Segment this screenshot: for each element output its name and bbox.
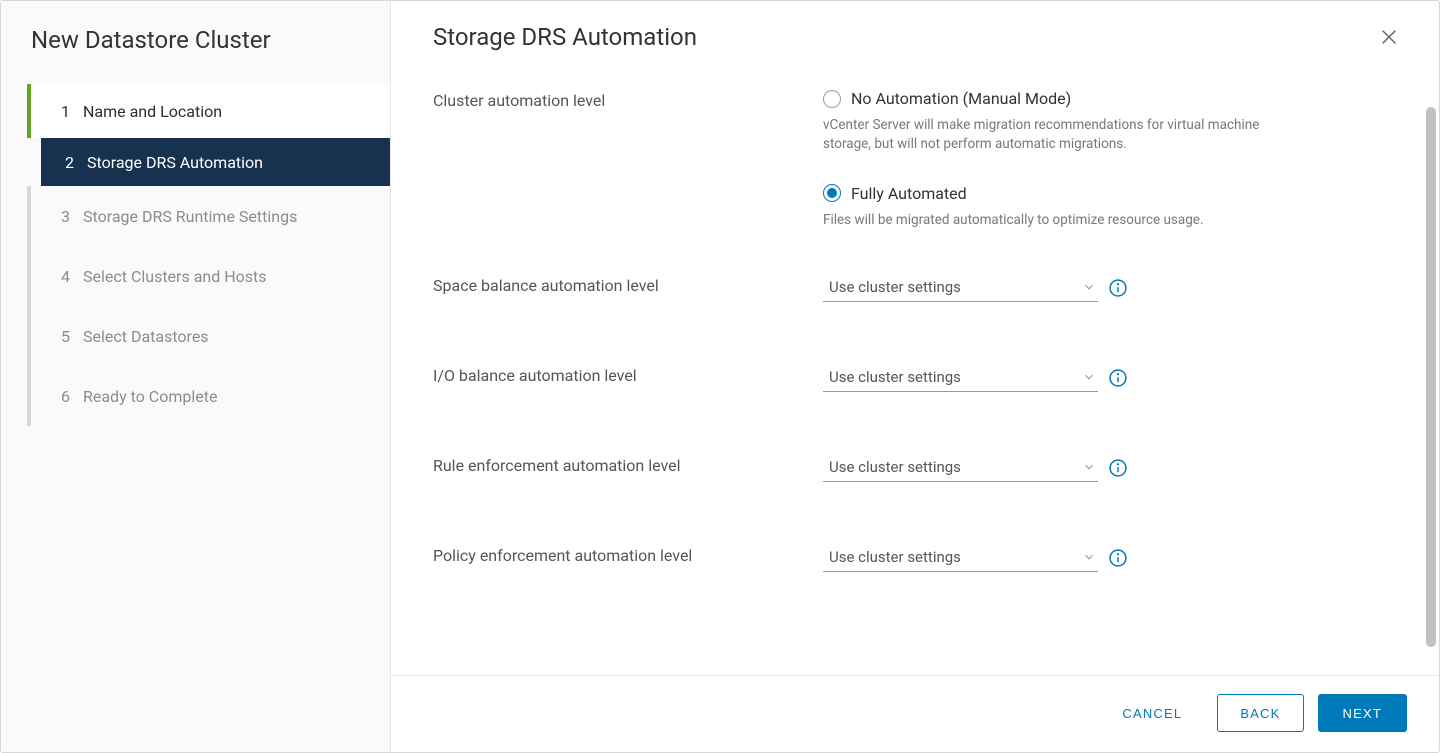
step-number: 1 [61, 102, 83, 121]
step-label: Select Clusters and Hosts [83, 267, 390, 286]
step-label: Name and Location [83, 102, 390, 121]
label-policy-enforcement: Policy enforcement automation level [433, 544, 823, 565]
info-icon[interactable] [1108, 458, 1128, 478]
dialog-body: New Datastore Cluster 1 Name and Locatio… [1, 1, 1439, 752]
step-number: 6 [61, 387, 83, 406]
label-io-balance: I/O balance automation level [433, 364, 823, 385]
info-icon[interactable] [1108, 368, 1128, 388]
cancel-button[interactable]: CANCEL [1101, 694, 1203, 732]
step-select-clusters-and-hosts: 4 Select Clusters and Hosts [27, 246, 390, 306]
form-area: Cluster automation level No Automation (… [433, 89, 1391, 572]
info-icon[interactable] [1108, 548, 1128, 568]
radio-fully-automated[interactable]: Fully Automated [823, 184, 1391, 203]
close-icon [1378, 26, 1400, 48]
radio-label: Fully Automated [851, 184, 967, 203]
next-button[interactable]: NEXT [1318, 694, 1407, 732]
cluster-automation-radio-group: No Automation (Manual Mode) vCenter Serv… [823, 89, 1391, 230]
select-wrap: Use cluster settings [823, 274, 1391, 302]
select-value: Use cluster settings [829, 458, 961, 476]
step-label: Select Datastores [83, 327, 390, 346]
chevron-down-icon [1082, 460, 1096, 474]
chevron-down-icon [1082, 370, 1096, 384]
row-cluster-automation: Cluster automation level No Automation (… [433, 89, 1391, 230]
chevron-down-icon [1082, 280, 1096, 294]
row-policy-enforcement: Policy enforcement automation level Use … [433, 544, 1391, 572]
control-space-balance: Use cluster settings [823, 274, 1391, 302]
radio-help-no-automation: vCenter Server will make migration recom… [823, 116, 1283, 154]
step-storage-drs-runtime-settings: 3 Storage DRS Runtime Settings [27, 186, 390, 246]
control-policy-enforcement: Use cluster settings [823, 544, 1391, 572]
select-value: Use cluster settings [829, 548, 961, 566]
select-wrap: Use cluster settings [823, 454, 1391, 482]
select-value: Use cluster settings [829, 278, 961, 296]
step-label: Storage DRS Automation [87, 153, 390, 172]
row-io-balance: I/O balance automation level Use cluster… [433, 364, 1391, 392]
select-wrap: Use cluster settings [823, 544, 1391, 572]
content-header: Storage DRS Automation [433, 23, 1391, 51]
select-io-balance[interactable]: Use cluster settings [823, 364, 1098, 392]
step-label: Storage DRS Runtime Settings [83, 207, 390, 226]
label-rule-enforcement: Rule enforcement automation level [433, 454, 823, 475]
back-button[interactable]: BACK [1217, 694, 1303, 732]
scrollbar-thumb[interactable] [1426, 107, 1436, 647]
select-value: Use cluster settings [829, 368, 961, 386]
info-icon[interactable] [1108, 278, 1128, 298]
control-rule-enforcement: Use cluster settings [823, 454, 1391, 482]
chevron-down-icon [1082, 550, 1096, 564]
select-rule-enforcement[interactable]: Use cluster settings [823, 454, 1098, 482]
wizard-steps: 1 Name and Location 2 Storage DRS Automa… [1, 84, 390, 426]
row-space-balance: Space balance automation level Use clust… [433, 274, 1391, 302]
step-number: 5 [61, 327, 83, 346]
control-io-balance: Use cluster settings [823, 364, 1391, 392]
select-policy-enforcement[interactable]: Use cluster settings [823, 544, 1098, 572]
step-name-and-location[interactable]: 1 Name and Location [27, 84, 390, 138]
radio-icon [823, 90, 841, 108]
scrollbar-track[interactable] [1425, 3, 1437, 750]
radio-help-fully-automated: Files will be migrated automatically to … [823, 211, 1283, 230]
radio-no-automation[interactable]: No Automation (Manual Mode) [823, 89, 1391, 108]
wizard-footer: CANCEL BACK NEXT [391, 675, 1439, 752]
content-wrap: Storage DRS Automation Cluster automatio… [391, 1, 1439, 752]
radio-dot-icon [827, 188, 837, 198]
step-select-datastores: 5 Select Datastores [27, 306, 390, 366]
radio-icon [823, 184, 841, 202]
step-number: 2 [65, 153, 87, 172]
close-button[interactable] [1377, 25, 1401, 49]
row-rule-enforcement: Rule enforcement automation level Use cl… [433, 454, 1391, 482]
cluster-automation-controls: No Automation (Manual Mode) vCenter Serv… [823, 89, 1391, 230]
step-ready-to-complete: 6 Ready to Complete [27, 366, 390, 426]
wizard-title: New Datastore Cluster [1, 26, 390, 84]
step-number: 4 [61, 267, 83, 286]
step-label: Ready to Complete [83, 387, 390, 406]
page-title: Storage DRS Automation [433, 23, 697, 51]
select-space-balance[interactable]: Use cluster settings [823, 274, 1098, 302]
wizard-dialog: New Datastore Cluster 1 Name and Locatio… [0, 0, 1440, 753]
label-space-balance: Space balance automation level [433, 274, 823, 295]
wizard-sidebar: New Datastore Cluster 1 Name and Locatio… [1, 1, 391, 752]
select-wrap: Use cluster settings [823, 364, 1391, 392]
wizard-content: Storage DRS Automation Cluster automatio… [391, 1, 1439, 675]
step-number: 3 [61, 207, 83, 226]
step-storage-drs-automation[interactable]: 2 Storage DRS Automation [41, 138, 390, 186]
label-cluster-automation: Cluster automation level [433, 89, 823, 110]
radio-label: No Automation (Manual Mode) [851, 89, 1071, 108]
